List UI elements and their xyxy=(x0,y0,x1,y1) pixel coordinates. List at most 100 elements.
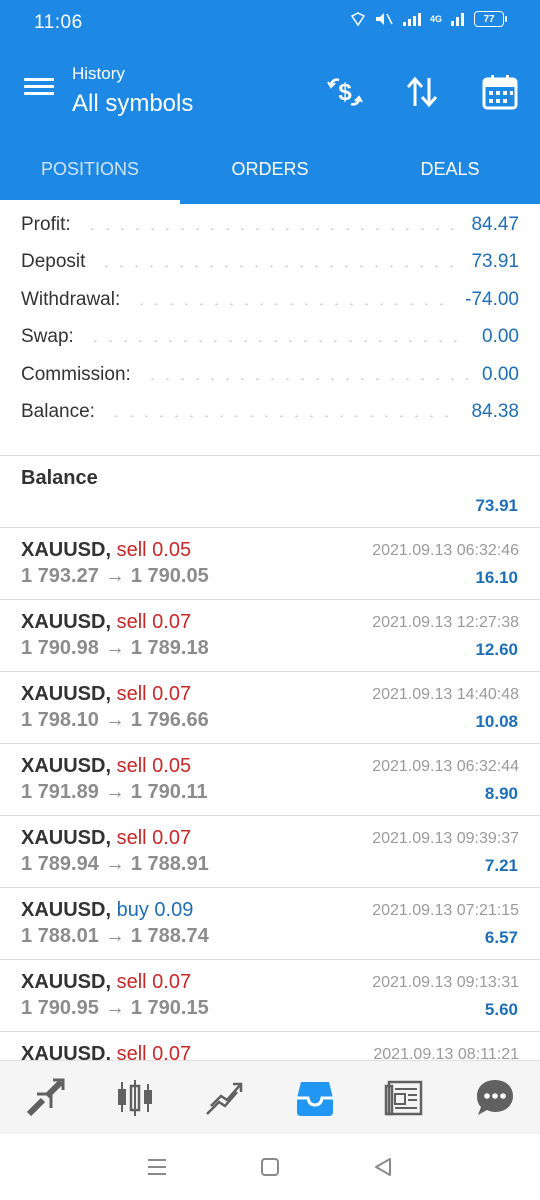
deals-list: XAUUSD, sell 0.05 1 793.27 → 1 790.05 2021… xyxy=(0,528,540,1072)
summary-row-commission: Commission: 0.00 xyxy=(0,356,540,394)
tab-positions[interactable]: POSITIONS xyxy=(0,134,180,204)
menu-icon xyxy=(24,78,54,81)
summary-panel: Profit: 84.47 Deposit 73.91 Withdrawal: … xyxy=(0,206,540,431)
calendar-button[interactable] xyxy=(478,70,522,114)
arrow-icon: → xyxy=(104,853,125,875)
signal-icon-2 xyxy=(450,11,466,27)
deal-date: 2021.09.13 06:32:44 xyxy=(372,758,519,775)
summary-label: Balance: xyxy=(21,401,95,423)
mute-icon xyxy=(374,11,394,27)
deal-close-price: 1 788.74 xyxy=(130,925,209,947)
arrow-icon: → xyxy=(104,637,125,659)
nav-trade[interactable] xyxy=(180,1061,270,1134)
summary-row-profit: Profit: 84.47 xyxy=(0,206,540,244)
deal-side: sell xyxy=(116,971,147,993)
deal-volume: 0.07 xyxy=(152,611,192,633)
deal-profit: 5.60 xyxy=(484,1000,518,1019)
list-item[interactable]: XAUUSD, sell 0.05 1 791.89 → 1 790.11 2021… xyxy=(0,744,540,816)
tab-deals[interactable]: DEALS xyxy=(360,134,540,204)
arrow-icon: → xyxy=(104,565,125,587)
history-icon xyxy=(297,1081,333,1116)
deal-date: 2021.09.13 09:13:31 xyxy=(372,974,519,991)
deal-open-price: 1 791.89 xyxy=(21,781,99,803)
summary-value: 0.00 xyxy=(482,363,519,385)
sort-button[interactable] xyxy=(400,70,444,114)
deal-profit: 16.10 xyxy=(475,568,518,587)
deal-profit: 7.21 xyxy=(484,856,518,875)
list-item[interactable]: XAUUSD, sell 0.07 1 790.98 → 1 789.18 2021… xyxy=(0,600,540,672)
deal-volume: 0.05 xyxy=(152,539,192,561)
sort-icon xyxy=(406,76,438,108)
nav-chart[interactable] xyxy=(90,1061,180,1134)
dot-leader xyxy=(108,415,458,418)
deal-profit: 8.90 xyxy=(484,784,518,803)
deal-open-price: 1 790.95 xyxy=(21,997,99,1019)
page-title[interactable]: All symbols xyxy=(72,90,193,118)
system-back-button[interactable] xyxy=(363,1147,403,1187)
deal-symbol: XAUUSD, xyxy=(21,611,112,633)
summary-row-withdrawal: Withdrawal: -74.00 xyxy=(0,281,540,319)
svg-text:$: $ xyxy=(338,79,352,106)
system-home-button[interactable] xyxy=(250,1147,290,1187)
deal-date: 2021.09.13 09:39:37 xyxy=(372,830,519,847)
recent-apps-icon xyxy=(147,1159,166,1175)
signal-icon xyxy=(402,11,422,27)
dot-leader xyxy=(87,340,469,343)
list-item[interactable]: XAUUSD, buy 0.09 1 788.01 → 1 788.74 2021.… xyxy=(0,888,540,960)
deal-symbol: XAUUSD, xyxy=(21,827,112,849)
deal-volume: 0.07 xyxy=(152,827,192,849)
nav-chat[interactable] xyxy=(450,1061,540,1134)
deal-close-price: 1 788.91 xyxy=(130,853,209,875)
list-item[interactable]: XAUUSD, sell 0.05 1 793.27 → 1 790.05 2021… xyxy=(0,528,540,600)
deal-symbol: XAUUSD, xyxy=(21,755,112,777)
news-icon xyxy=(384,1080,423,1115)
summary-row-balance: Balance: 84.38 xyxy=(0,394,540,432)
deal-profit: 12.60 xyxy=(475,640,518,659)
summary-label: Profit: xyxy=(21,213,71,235)
balance-entry-value: 73.91 xyxy=(475,496,518,515)
tab-orders[interactable]: ORDERS xyxy=(180,134,360,204)
calendar-icon xyxy=(482,75,518,110)
deal-close-price: 1 790.11 xyxy=(130,781,208,803)
chart-icon xyxy=(118,1079,152,1116)
deal-side: sell xyxy=(116,611,147,633)
nav-history[interactable] xyxy=(270,1061,360,1134)
battery-level: 77 xyxy=(483,13,495,25)
deal-close-price: 1 796.66 xyxy=(130,709,209,731)
network-type-icon: 4G xyxy=(429,14,442,24)
deal-open-price: 1 790.98 xyxy=(21,637,99,659)
deal-date: 2021.09.13 06:32:46 xyxy=(372,542,519,559)
arrow-icon: → xyxy=(104,997,125,1019)
nav-quotes[interactable] xyxy=(0,1061,90,1134)
summary-value: 84.47 xyxy=(471,213,519,235)
summary-label: Commission: xyxy=(21,363,131,385)
currency-icon: $ xyxy=(327,78,363,106)
dot-leader xyxy=(144,377,469,380)
summary-label: Withdrawal: xyxy=(21,288,121,310)
deal-date: 2021.09.13 12:27:38 xyxy=(372,614,519,631)
dot-leader xyxy=(99,265,458,268)
system-nav xyxy=(0,1134,540,1200)
deal-close-price: 1 790.05 xyxy=(130,565,209,587)
summary-row-deposit: Deposit 73.91 xyxy=(0,244,540,282)
summary-value: 84.38 xyxy=(471,401,519,423)
list-item[interactable]: XAUUSD, sell 0.07 1 790.95 → 1 790.15 2021… xyxy=(0,960,540,1032)
battery-icon: 77 xyxy=(474,11,507,27)
summary-row-swap: Swap: 0.00 xyxy=(0,319,540,357)
nav-news[interactable] xyxy=(360,1061,450,1134)
status-icons: 4G 77 xyxy=(350,11,507,27)
deal-open-price: 1 798.10 xyxy=(21,709,99,731)
list-item[interactable]: XAUUSD, sell 0.07 1 798.10 → 1 796.66 2021… xyxy=(0,672,540,744)
back-icon xyxy=(375,1158,392,1176)
deal-symbol: XAUUSD, xyxy=(21,683,112,705)
app-bar: History All symbols $ xyxy=(0,48,540,134)
summary-label: Swap: xyxy=(21,326,74,348)
summary-value: -74.00 xyxy=(465,288,519,310)
menu-button[interactable] xyxy=(24,74,58,104)
arrow-icon: → xyxy=(104,709,125,731)
deal-profit: 6.57 xyxy=(484,928,518,947)
system-menu-button[interactable] xyxy=(137,1147,177,1187)
list-item[interactable]: XAUUSD, sell 0.07 1 789.94 → 1 788.91 2021… xyxy=(0,816,540,888)
currency-button[interactable]: $ xyxy=(323,70,367,114)
balance-entry-title[interactable]: Balance xyxy=(21,467,98,490)
